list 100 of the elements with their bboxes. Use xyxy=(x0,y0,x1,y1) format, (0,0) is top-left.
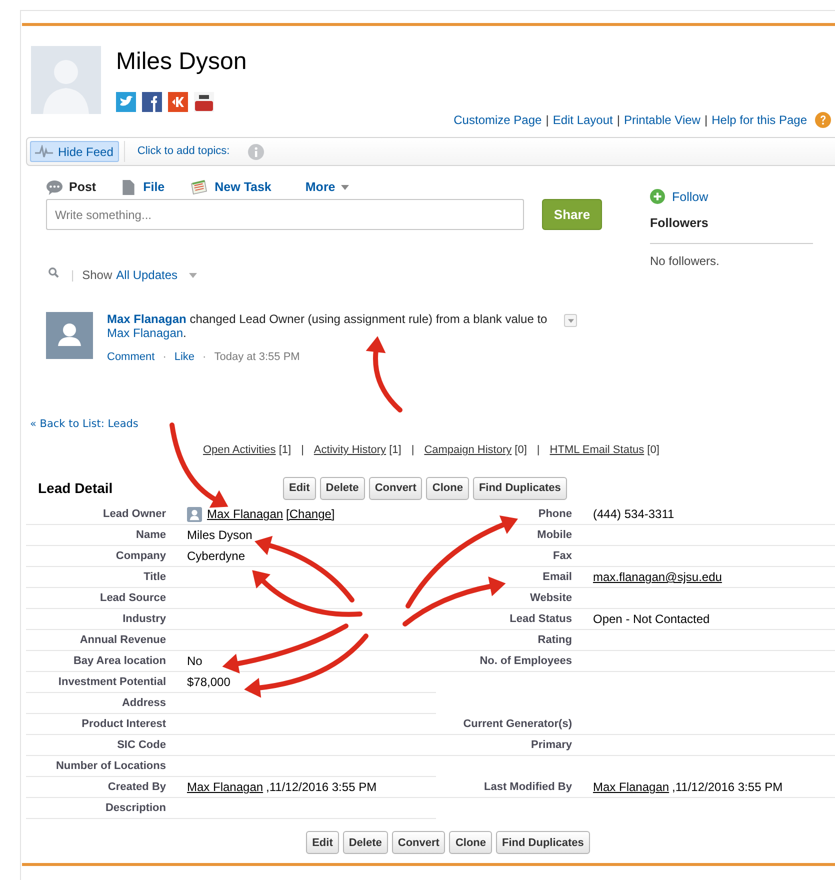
item-menu-button[interactable] xyxy=(564,314,577,327)
followers-empty-text: No followers. xyxy=(650,254,720,268)
field-label: Fax xyxy=(436,546,581,567)
speech-bubble-icon xyxy=(46,180,63,194)
user-link[interactable]: Max Flanagan xyxy=(107,326,184,340)
action-button[interactable]: Clone xyxy=(449,831,492,854)
field-value: No xyxy=(187,653,202,670)
user-avatar[interactable] xyxy=(46,312,93,359)
pulse-icon xyxy=(35,144,53,158)
caret-icon xyxy=(341,184,350,190)
user-link[interactable]: Max Flanagan xyxy=(187,777,264,797)
related-list-link[interactable]: Open Activities [1] xyxy=(203,444,292,456)
timestamp: ,11/12/2016 3:55 PM xyxy=(266,779,377,796)
post-input-field[interactable]: Write something... xyxy=(46,199,524,230)
separator: | xyxy=(71,268,74,282)
user-link[interactable]: Max Flanagan xyxy=(107,312,186,326)
publisher-tab[interactable]: Post xyxy=(46,180,96,194)
plus-icon xyxy=(650,189,665,204)
publisher-tab[interactable]: File xyxy=(120,180,165,194)
user-link[interactable]: Max Flanagan xyxy=(207,504,284,524)
field-label: Title xyxy=(26,567,175,588)
field-label: Company xyxy=(26,546,175,567)
help-icon[interactable] xyxy=(815,112,831,128)
email-link[interactable]: max.flanagan@sjsu.edu xyxy=(593,567,722,587)
action-button[interactable]: Convert xyxy=(368,476,422,500)
field-label: Current Generator(s) xyxy=(436,714,581,735)
comment-link[interactable]: Comment xyxy=(107,351,155,363)
field-label: Primary xyxy=(436,735,581,756)
field-value: Miles Dyson xyxy=(187,527,252,544)
field-label: Description xyxy=(26,798,175,819)
field-label: Created By xyxy=(26,777,175,798)
page-link[interactable]: Printable View xyxy=(624,113,700,127)
timestamp: Today at 3:55 PM xyxy=(214,351,300,363)
separator: · xyxy=(202,351,206,363)
klout-icon[interactable] xyxy=(168,92,188,112)
filter-dropdown[interactable]: All Updates xyxy=(116,268,197,282)
publisher-tab[interactable]: More xyxy=(305,180,350,194)
publisher-tab[interactable]: New Task xyxy=(188,180,272,194)
field-label: Number of Locations xyxy=(26,756,175,777)
followers-heading: Followers xyxy=(650,216,813,244)
separator: · xyxy=(162,351,166,363)
field-value: Open - Not Contacted xyxy=(593,611,710,628)
field-value: $78,000 xyxy=(187,674,230,691)
add-topics-link[interactable]: Click to add topics: xyxy=(124,141,230,162)
field-label: Name xyxy=(26,525,175,546)
user-icon xyxy=(187,506,202,522)
page-link[interactable]: Help for this Page xyxy=(712,113,807,127)
separator: | xyxy=(616,113,620,127)
field-label: Lead Owner xyxy=(26,504,175,525)
caret-icon xyxy=(188,272,197,278)
change-link[interactable]: [Change] xyxy=(286,504,335,524)
related-list-link[interactable]: HTML Email Status [0] xyxy=(550,444,660,456)
document-icon xyxy=(120,180,138,194)
action-button[interactable]: Delete xyxy=(342,831,388,854)
field-value: (444) 534-3311 xyxy=(593,506,674,523)
user-link[interactable]: Max Flanagan xyxy=(593,777,670,797)
back-to-list-link[interactable]: « Back to List: Leads xyxy=(30,418,835,430)
field-label: Industry xyxy=(26,609,175,630)
action-button[interactable]: Find Duplicates xyxy=(472,476,567,500)
field-label: Investment Potential xyxy=(26,672,175,693)
field-label: Product Interest xyxy=(26,714,175,735)
field-label: Address xyxy=(26,693,175,714)
related-list-link[interactable]: Activity History [1] xyxy=(314,444,402,456)
feed-update-text: Max Flanagan changed Lead Owner (using assignment rule) from a blank value to Max Flanagan. xyxy=(107,312,548,340)
profile-photo-placeholder xyxy=(31,46,101,114)
field-label: Lead Source xyxy=(26,588,175,609)
action-button[interactable]: Clone xyxy=(426,476,469,500)
separator: | xyxy=(301,444,304,456)
page-link[interactable]: Customize Page xyxy=(454,113,542,127)
like-link[interactable]: Like xyxy=(174,351,195,363)
separator: | xyxy=(546,113,549,127)
field-label: Rating xyxy=(436,630,581,651)
separator: | xyxy=(704,113,708,127)
separator: | xyxy=(536,444,540,456)
timestamp: ,11/12/2016 3:55 PM xyxy=(672,779,783,796)
show-label: Show xyxy=(82,268,112,282)
related-list-link[interactable]: Campaign History [0] xyxy=(424,444,527,456)
field-label: Last Modified By xyxy=(436,777,581,798)
facebook-icon[interactable] xyxy=(142,92,162,112)
notepad-icon xyxy=(188,180,209,194)
field-value: Cyberdyne xyxy=(187,548,246,565)
caret-icon xyxy=(568,318,574,322)
field-label: SIC Code xyxy=(26,735,175,756)
field-label: Bay Area location xyxy=(26,651,175,672)
action-button[interactable]: Edit xyxy=(283,476,316,500)
hide-feed-button[interactable]: Hide Feed xyxy=(30,141,120,162)
action-button[interactable]: Convert xyxy=(392,831,446,854)
action-button[interactable]: Edit xyxy=(306,831,339,854)
section-title: Lead Detail xyxy=(37,480,114,496)
action-button[interactable]: Find Duplicates xyxy=(496,831,590,854)
separator: | xyxy=(411,444,414,456)
follow-button[interactable]: Follow xyxy=(650,189,813,204)
field-label: Lead Status xyxy=(436,609,581,630)
search-icon[interactable] xyxy=(48,266,59,278)
info-icon[interactable] xyxy=(248,144,264,160)
bird-icon[interactable] xyxy=(116,92,136,112)
field-label: No. of Employees xyxy=(436,651,581,672)
page-link[interactable]: Edit Layout xyxy=(552,113,613,127)
action-button[interactable]: Delete xyxy=(320,476,365,500)
field-label: Annual Revenue xyxy=(26,630,175,651)
